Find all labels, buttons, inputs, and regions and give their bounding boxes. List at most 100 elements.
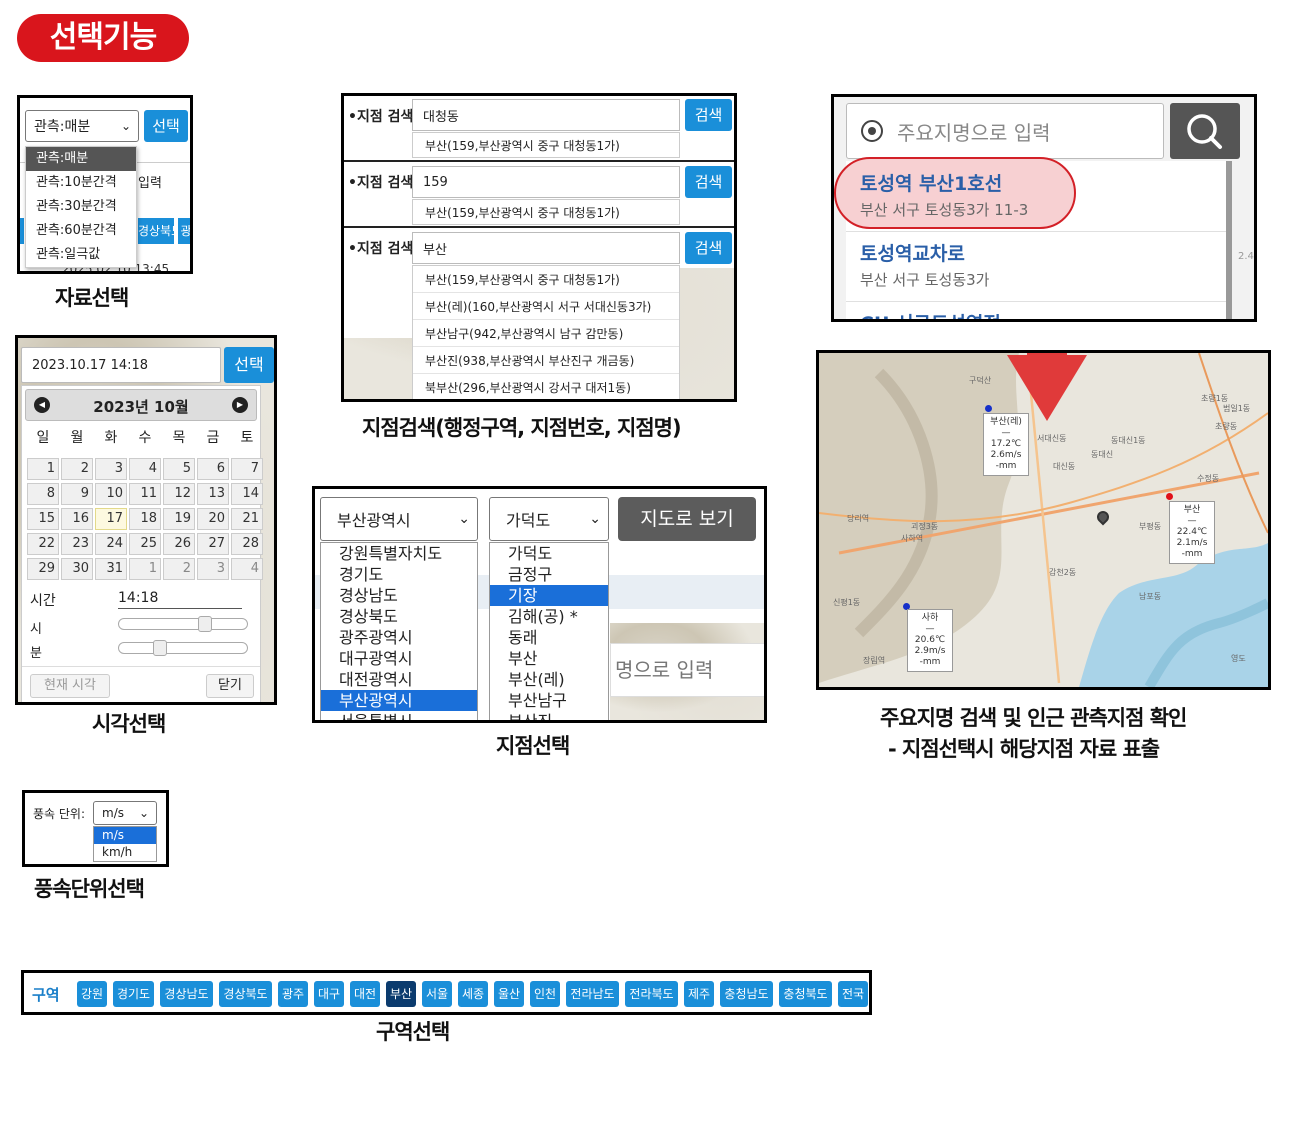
- calendar-day[interactable]: 11: [129, 483, 161, 505]
- search-button[interactable]: 검색: [685, 232, 732, 264]
- region-option[interactable]: 대구광역시: [321, 648, 477, 669]
- calendar-day[interactable]: 14: [231, 483, 263, 505]
- station-dropdown-select[interactable]: 가덕도 ⌄: [489, 497, 609, 541]
- station-info-box[interactable]: 부산 —22.4℃ 2.1m/s -mm: [1169, 501, 1215, 564]
- calendar-day[interactable]: 5: [163, 458, 195, 480]
- calendar-day[interactable]: 3: [95, 458, 127, 480]
- region-button[interactable]: 광주: [278, 981, 308, 1007]
- search-suggestion[interactable]: 부산(159,부산광역시 중구 대청동1가): [413, 266, 679, 293]
- region-button[interactable]: 인천: [530, 981, 560, 1007]
- region-button[interactable]: 경기도: [113, 981, 154, 1007]
- calendar-day[interactable]: 28: [231, 533, 263, 555]
- station-option[interactable]: 금정구: [490, 564, 608, 585]
- calendar-day[interactable]: 17: [95, 508, 127, 530]
- calendar-day[interactable]: 13: [197, 483, 229, 505]
- calendar-day[interactable]: 21: [231, 508, 263, 530]
- calendar-day[interactable]: 9: [61, 483, 93, 505]
- landmark-search-button[interactable]: [1170, 103, 1240, 159]
- region-button[interactable]: 충청남도: [720, 981, 773, 1007]
- search-button[interactable]: 검색: [685, 99, 732, 131]
- region-button[interactable]: 전라남도: [566, 981, 619, 1007]
- view-map-button[interactable]: 지도로 보기: [618, 497, 756, 541]
- calendar-day[interactable]: 1: [129, 558, 161, 580]
- search-button[interactable]: 검색: [685, 166, 732, 198]
- next-month-icon[interactable]: ▶: [232, 397, 248, 413]
- calendar-day[interactable]: 15: [27, 508, 59, 530]
- locate-icon[interactable]: [861, 120, 883, 142]
- station-marker[interactable]: [985, 405, 992, 412]
- calendar-day[interactable]: 18: [129, 508, 161, 530]
- search-suggestion[interactable]: 부산(159,부산광역시 중구 대청동1가): [412, 199, 680, 225]
- region-option[interactable]: 부산광역시: [321, 690, 477, 711]
- region-option[interactable]: 경상남도: [321, 585, 477, 606]
- calendar-day[interactable]: 16: [61, 508, 93, 530]
- region-button[interactable]: 강원: [77, 981, 107, 1007]
- datetime-input[interactable]: 2023.10.17 14:18: [21, 347, 221, 383]
- calendar-day[interactable]: 24: [95, 533, 127, 555]
- landmark-result-name[interactable]: CU 서구토성역점: [860, 309, 1001, 319]
- calendar-day[interactable]: 10: [95, 483, 127, 505]
- region-option[interactable]: 강원특별자치도: [321, 543, 477, 564]
- data-option[interactable]: 관측:일극값: [26, 243, 136, 267]
- data-select-button[interactable]: 선택: [144, 110, 188, 142]
- calendar-day[interactable]: 25: [129, 533, 161, 555]
- region-option[interactable]: 서울특별시: [321, 711, 477, 720]
- station-info-box[interactable]: 사하 —20.6℃ 2.9m/s -mm: [907, 609, 953, 672]
- region-option[interactable]: 경상북도: [321, 606, 477, 627]
- region-option[interactable]: 대전광역시: [321, 669, 477, 690]
- region-option[interactable]: 경기도: [321, 564, 477, 585]
- region-button[interactable]: 울산: [494, 981, 524, 1007]
- data-option[interactable]: 관측:30분간격: [26, 195, 136, 219]
- landmark-result-name[interactable]: 토성역 부산1호선: [860, 169, 1002, 196]
- station-option[interactable]: 부산진: [490, 711, 608, 720]
- region-button[interactable]: 경상북도: [219, 981, 272, 1007]
- search-suggestion[interactable]: 북부산(296,부산광역시 강서구 대저1동): [413, 374, 679, 399]
- region-button[interactable]: 서울: [422, 981, 452, 1007]
- calendar-day[interactable]: 1: [27, 458, 59, 480]
- wind-unit-select[interactable]: m/s ⌄: [93, 801, 157, 825]
- search-input[interactable]: 159: [412, 166, 680, 198]
- search-suggestion[interactable]: 부산진(938,부산광역시 부산진구 개금동): [413, 347, 679, 374]
- calendar-day[interactable]: 4: [231, 558, 263, 580]
- search-input[interactable]: 부산: [412, 232, 680, 264]
- region-button[interactable]: 대구: [314, 981, 344, 1007]
- time-select-button[interactable]: 선택: [224, 347, 274, 383]
- calendar-day[interactable]: 8: [27, 483, 59, 505]
- wind-unit-option[interactable]: m/s: [94, 827, 156, 844]
- data-option[interactable]: 관측:60분간격: [26, 219, 136, 243]
- station-option[interactable]: 부산남구: [490, 690, 608, 711]
- close-button[interactable]: 닫기: [206, 674, 254, 698]
- landmark-result-name[interactable]: 토성역교차로: [860, 239, 965, 266]
- data-option[interactable]: 관측:10분간격: [26, 171, 136, 195]
- station-option[interactable]: 동래: [490, 627, 608, 648]
- region-button[interactable]: 경상남도: [160, 981, 213, 1007]
- calendar-day[interactable]: 30: [61, 558, 93, 580]
- region-select[interactable]: 부산광역시 ⌄: [320, 497, 478, 541]
- calendar-day[interactable]: 2: [61, 458, 93, 480]
- calendar-day[interactable]: 23: [61, 533, 93, 555]
- region-button[interactable]: 전라북도: [625, 981, 678, 1007]
- station-option[interactable]: 김해(공) *: [490, 606, 608, 627]
- search-input[interactable]: 대청동: [412, 99, 680, 131]
- search-suggestion[interactable]: 부산(레)(160,부산광역시 서구 서대신동3가): [413, 293, 679, 320]
- calendar-day[interactable]: 2: [163, 558, 195, 580]
- calendar-day[interactable]: 26: [163, 533, 195, 555]
- hour-slider-handle[interactable]: [197, 616, 212, 632]
- calendar-day[interactable]: 12: [163, 483, 195, 505]
- calendar-day[interactable]: 7: [231, 458, 263, 480]
- minute-slider-handle[interactable]: [153, 640, 168, 656]
- region-button[interactable]: 전국: [838, 981, 868, 1007]
- search-suggestion[interactable]: 부산남구(942,부산광역시 남구 감만동): [413, 320, 679, 347]
- calendar-day[interactable]: 20: [197, 508, 229, 530]
- calendar-day[interactable]: 3: [197, 558, 229, 580]
- data-option[interactable]: 관측:매분: [26, 147, 136, 171]
- region-button[interactable]: 충청북도: [779, 981, 832, 1007]
- minute-slider[interactable]: [118, 640, 248, 656]
- station-marker[interactable]: [1166, 493, 1173, 500]
- now-button[interactable]: 현재 시각: [30, 674, 110, 698]
- region-button[interactable]: 세종: [458, 981, 488, 1007]
- calendar-day[interactable]: 31: [95, 558, 127, 580]
- search-suggestion[interactable]: 부산(159,부산광역시 중구 대청동1가): [412, 132, 680, 158]
- results-scrollbar[interactable]: [1226, 161, 1232, 319]
- hour-slider[interactable]: [118, 616, 248, 632]
